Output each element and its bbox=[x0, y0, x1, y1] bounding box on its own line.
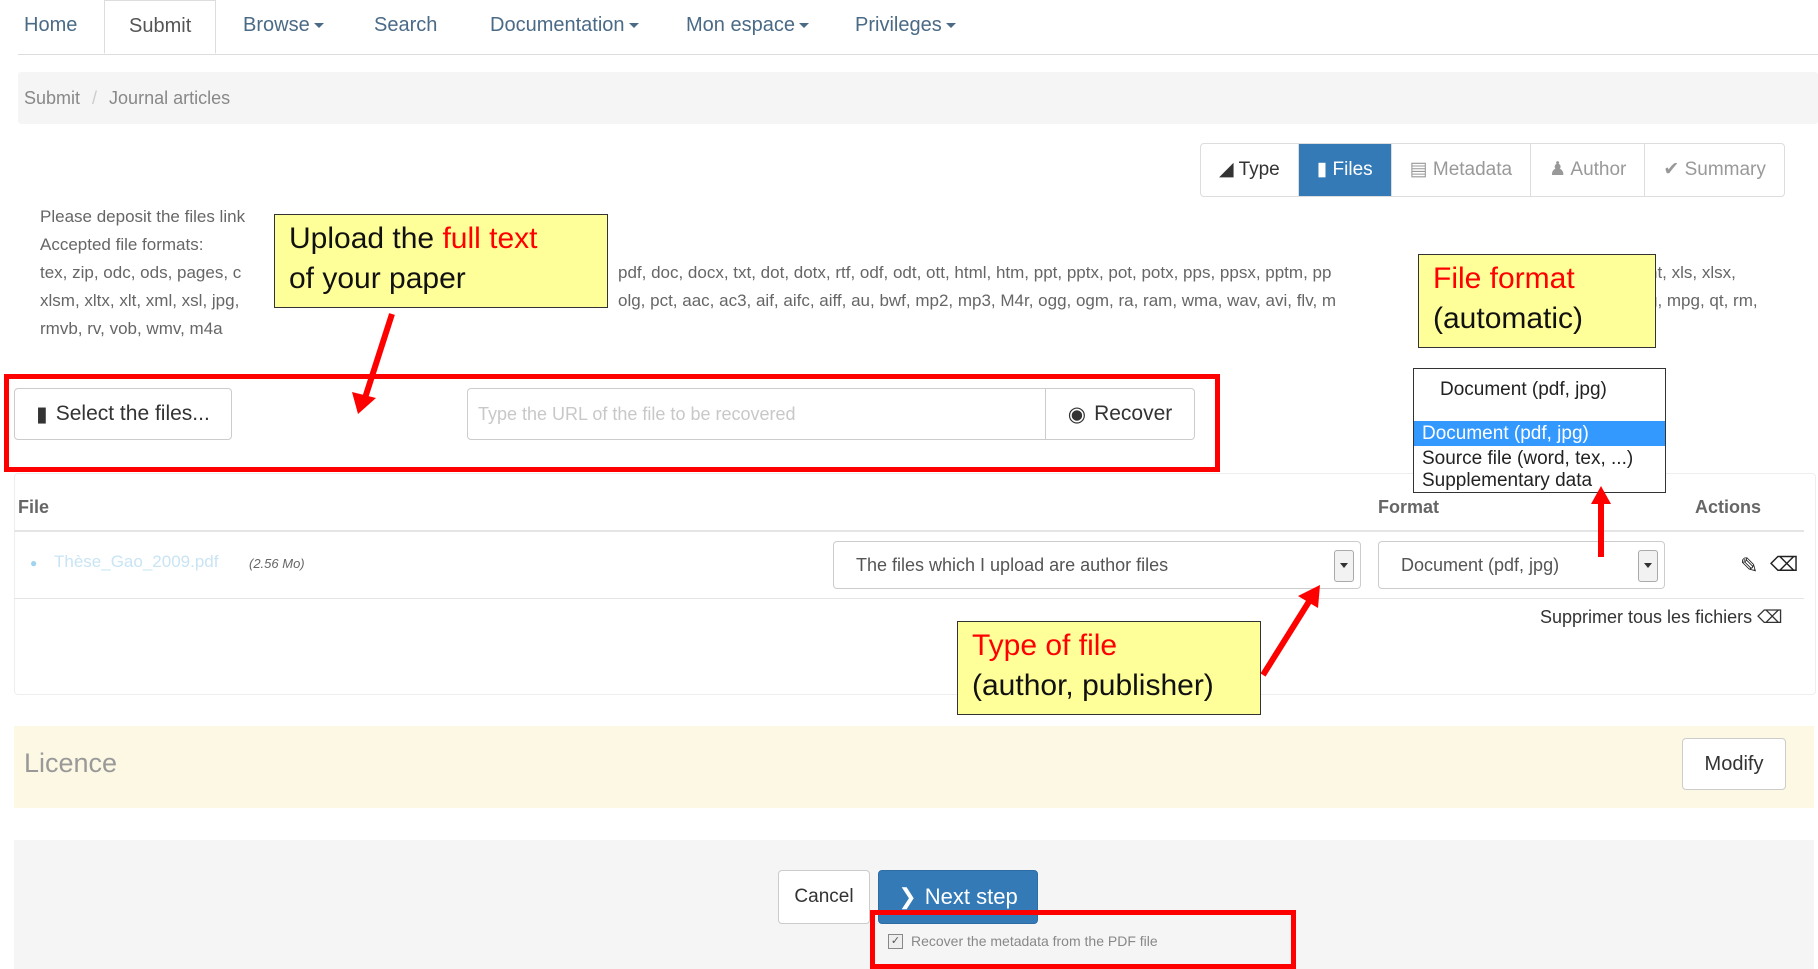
breadcrumb: Submit / Journal articles bbox=[18, 72, 1818, 124]
column-file: File bbox=[18, 497, 50, 517]
nav-mon-espace-label: Mon espace bbox=[686, 14, 795, 36]
nav-home[interactable]: Home bbox=[24, 14, 77, 37]
dropdown-option-source[interactable]: Source file (word, tex, ...) bbox=[1414, 446, 1665, 471]
chevron-down-icon bbox=[945, 23, 956, 29]
submission-steps: ◢ Type ▮ Files ▤ Metadata ♟ Author ✔ Sum… bbox=[1200, 143, 1785, 197]
check-icon: ✔ bbox=[1663, 159, 1680, 180]
step-metadata-label: Metadata bbox=[1432, 159, 1513, 180]
step-author[interactable]: ♟ Author bbox=[1530, 144, 1644, 196]
column-format: Format bbox=[1378, 497, 1440, 517]
breadcrumb-separator: / bbox=[92, 88, 98, 108]
callout-upload-line2: of your paper bbox=[289, 262, 466, 295]
callout-upload: Upload the full text of your paper bbox=[274, 214, 608, 308]
step-summary[interactable]: ✔ Summary bbox=[1644, 144, 1784, 196]
trash-icon: ⌫ bbox=[1757, 607, 1783, 627]
select-arrow-icon bbox=[1334, 550, 1354, 582]
recover-metadata-highlight-box bbox=[870, 910, 1296, 969]
file-icon: ▮ bbox=[1316, 159, 1328, 180]
step-metadata[interactable]: ▤ Metadata bbox=[1390, 144, 1530, 196]
breadcrumb-submit[interactable]: Submit bbox=[24, 88, 80, 108]
callout-upload-highlight: full text bbox=[442, 222, 538, 255]
callout-file-format-note: (automatic) bbox=[1433, 302, 1584, 335]
list-icon: ▤ bbox=[1409, 159, 1428, 180]
nav-documentation[interactable]: Documentation bbox=[490, 14, 639, 37]
nav-privileges[interactable]: Privileges bbox=[855, 14, 956, 37]
nav-browse[interactable]: Browse bbox=[243, 14, 324, 37]
callout-type-title: Type of file bbox=[972, 629, 1118, 662]
user-icon: ♟ bbox=[1549, 159, 1567, 180]
dropdown-option-document[interactable]: Document (pdf, jpg) bbox=[1414, 421, 1665, 446]
modify-label: Modify bbox=[1704, 752, 1764, 775]
callout-upload-line1: Upload the full text bbox=[289, 219, 593, 259]
formats-line1-b: pdf, doc, docx, txt, dot, dotx, rtf, odf… bbox=[618, 263, 1332, 282]
delete-all-label: Supprimer tous les fichiers bbox=[1540, 607, 1753, 627]
file-name-link[interactable]: Thèse_Gao_2009.pdf bbox=[54, 552, 218, 572]
callout-upload-text-a: Upload the bbox=[289, 222, 443, 255]
formats-line1-c: nt, xls, xlsx, bbox=[1648, 263, 1736, 282]
callout-type-of-file: Type of file (author, publisher) bbox=[957, 621, 1261, 715]
step-files[interactable]: ▮ Files bbox=[1297, 144, 1391, 196]
bullet-icon: ● bbox=[30, 556, 38, 570]
file-format-value: Document (pdf, jpg) bbox=[1401, 555, 1560, 575]
format-dropdown: Document (pdf, jpg) Document (pdf, jpg) … bbox=[1413, 368, 1666, 493]
licence-panel: Licence Modify bbox=[14, 726, 1814, 808]
callout-file-format-title: File format bbox=[1433, 262, 1575, 295]
file-type-select[interactable]: The files which I upload are author file… bbox=[833, 541, 1361, 589]
licence-title: Licence bbox=[24, 748, 118, 778]
dropdown-current-value: Document (pdf, jpg) bbox=[1440, 379, 1607, 400]
callout-file-format: File format (automatic) bbox=[1418, 254, 1656, 348]
nav-privileges-label: Privileges bbox=[855, 14, 942, 36]
nav-mon-espace[interactable]: Mon espace bbox=[686, 14, 809, 37]
file-size: (2.56 Mo) bbox=[249, 556, 305, 571]
file-format-select[interactable]: Document (pdf, jpg) bbox=[1378, 541, 1665, 589]
nav-submit[interactable]: Submit bbox=[104, 0, 217, 54]
next-step-label: Next step bbox=[924, 884, 1018, 909]
step-author-label: Author bbox=[1570, 159, 1627, 180]
top-nav: Home Submit Browse Search Documentation … bbox=[18, 0, 1818, 55]
step-summary-label: Summary bbox=[1684, 159, 1766, 180]
select-arrow-icon bbox=[1638, 550, 1658, 582]
modify-licence-button[interactable]: Modify bbox=[1682, 738, 1786, 790]
nav-documentation-label: Documentation bbox=[490, 14, 625, 36]
file-type-value: The files which I upload are author file… bbox=[856, 555, 1169, 575]
edit-pencil-icon[interactable]: ✎ bbox=[1740, 553, 1758, 579]
formats-line2-b: olg, pct, aac, ac3, aif, aifc, aiff, au,… bbox=[618, 291, 1337, 310]
step-files-label: Files bbox=[1332, 159, 1373, 180]
table-row-divider bbox=[14, 598, 1804, 599]
breadcrumb-current: Journal articles bbox=[109, 88, 231, 108]
nav-search[interactable]: Search bbox=[374, 14, 437, 37]
chevron-down-icon bbox=[313, 23, 324, 29]
chevron-down-icon bbox=[628, 23, 639, 29]
formats-line2-c: g, mpg, qt, rm, bbox=[1648, 291, 1758, 310]
upload-highlight-box bbox=[4, 374, 1220, 472]
delete-all-files-link[interactable]: Supprimer tous les fichiers ⌫ bbox=[1540, 607, 1783, 628]
chevron-down-icon bbox=[798, 23, 809, 29]
trash-icon[interactable]: ⌫ bbox=[1770, 552, 1798, 577]
step-type-label: Type bbox=[1238, 159, 1280, 180]
formats-line1-a: tex, zip, odc, ods, pages, c bbox=[40, 263, 242, 282]
tag-icon: ◢ bbox=[1219, 159, 1234, 180]
step-type[interactable]: ◢ Type bbox=[1201, 144, 1298, 196]
column-actions: Actions bbox=[1695, 497, 1762, 517]
cancel-label: Cancel bbox=[794, 886, 854, 907]
formats-line2-a: xlsm, xltx, xlt, xml, xsl, jpg, bbox=[40, 291, 240, 310]
dropdown-option-supplementary[interactable]: Supplementary data bbox=[1414, 470, 1665, 492]
nav-browse-label: Browse bbox=[243, 14, 310, 36]
callout-type-note: (author, publisher) bbox=[972, 669, 1214, 702]
cancel-button[interactable]: Cancel bbox=[778, 870, 870, 924]
chevron-right-icon: ❯ bbox=[898, 884, 917, 909]
formats-line3: rmvb, rv, vob, wmv, m4a bbox=[40, 319, 223, 338]
